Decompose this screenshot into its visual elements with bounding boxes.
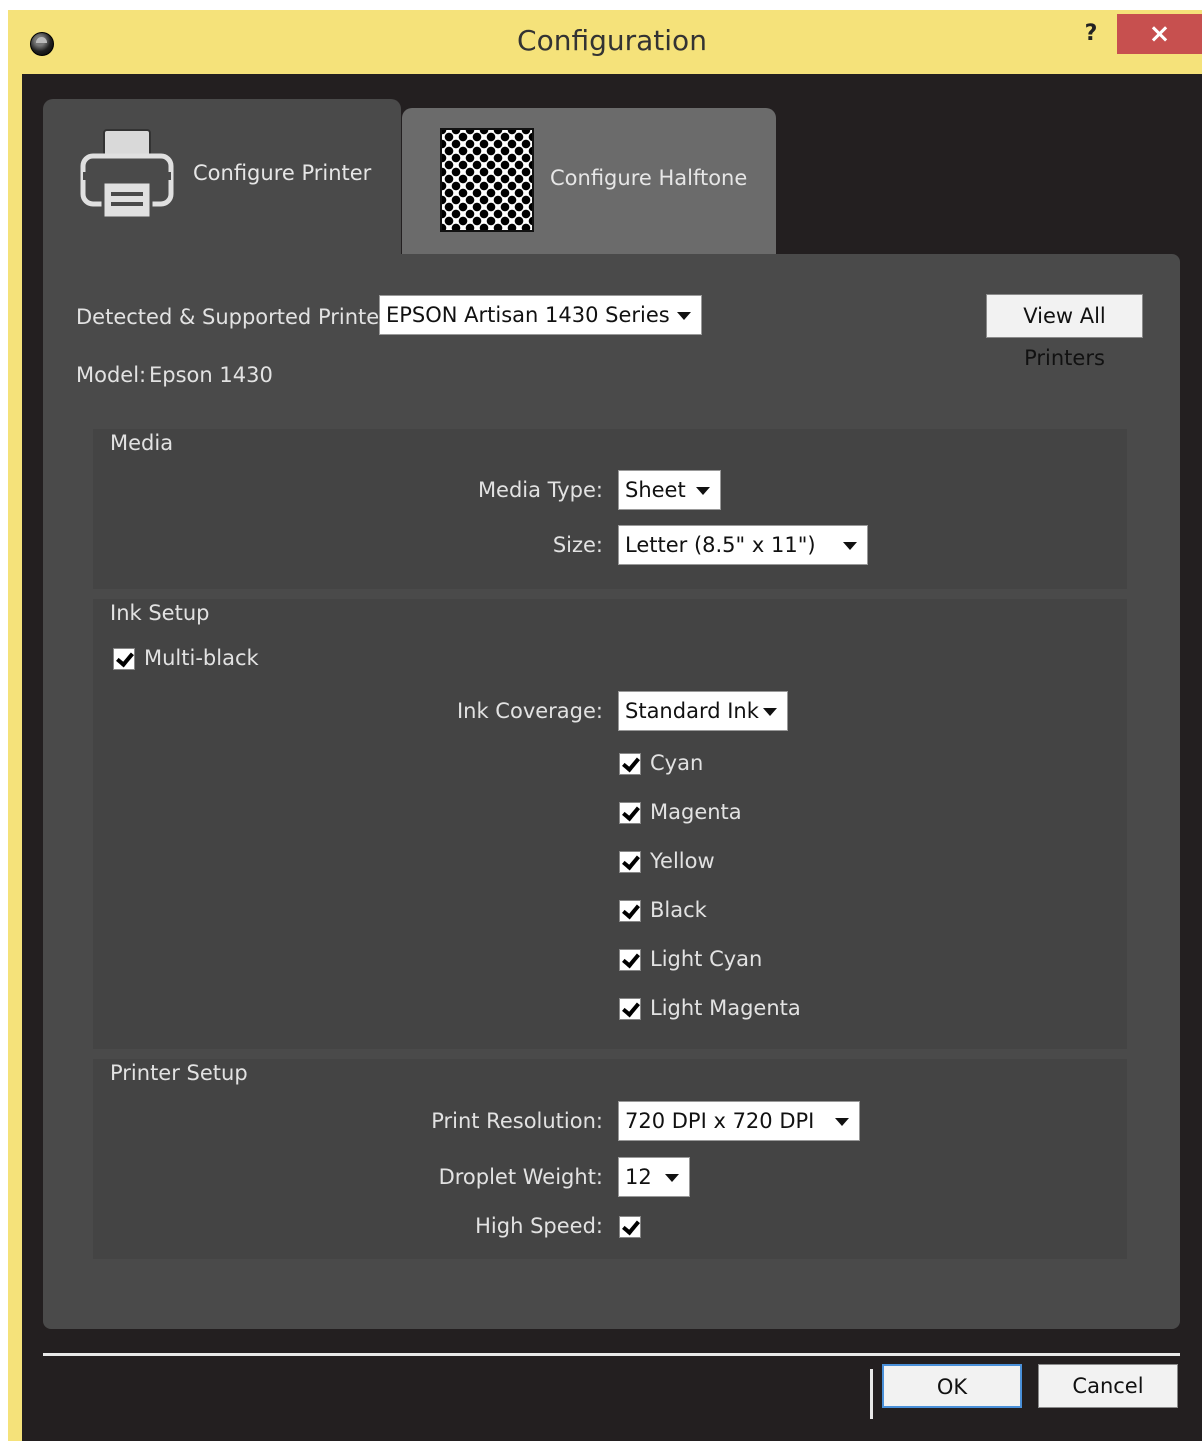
high-speed-checkbox[interactable] <box>619 1216 641 1238</box>
yellow-label: Yellow <box>650 849 715 873</box>
yellow-checkbox[interactable] <box>619 851 641 873</box>
detected-printers-label: Detected & Supported Printers: <box>76 305 406 329</box>
light-cyan-checkbox[interactable] <box>619 949 641 971</box>
model-value: Epson 1430 <box>149 363 273 387</box>
close-button[interactable]: × <box>1117 14 1202 54</box>
configuration-window: Configuration ? × Configure Printer Conf… <box>8 10 1202 1441</box>
configure-printer-panel: Detected & Supported Printers: EPSON Art… <box>43 254 1180 1329</box>
ink-coverage-label: Ink Coverage: <box>456 699 603 723</box>
size-select[interactable]: Letter (8.5" x 11") <box>618 525 868 565</box>
media-section: Media Media Type: Sheet Size: Letter (8.… <box>93 429 1127 589</box>
tab-configure-halftone-label: Configure Halftone <box>550 166 748 190</box>
printer-icon <box>80 129 174 220</box>
droplet-weight-label: Droplet Weight: <box>438 1165 603 1189</box>
light-cyan-label: Light Cyan <box>650 947 763 971</box>
media-heading: Media <box>110 431 174 455</box>
window-title: Configuration <box>517 24 707 57</box>
light-magenta-checkbox[interactable] <box>619 998 641 1020</box>
printer-setup-section: Printer Setup Print Resolution: 720 DPI … <box>93 1059 1127 1259</box>
media-type-label: Media Type: <box>477 478 603 502</box>
ok-button[interactable]: OK <box>882 1364 1022 1408</box>
magenta-label: Magenta <box>650 800 742 824</box>
black-checkbox[interactable] <box>619 900 641 922</box>
cyan-checkbox[interactable] <box>619 753 641 775</box>
print-resolution-label: Print Resolution: <box>431 1109 603 1133</box>
print-resolution-value: 720 DPI x 720 DPI <box>625 1109 815 1133</box>
droplet-weight-select[interactable]: 12 <box>618 1157 690 1197</box>
halftone-pattern-icon <box>440 128 534 232</box>
droplet-weight-value: 12 <box>625 1165 652 1189</box>
ink-setup-section: Ink Setup Multi-black Ink Coverage: Stan… <box>93 599 1127 1049</box>
chevron-down-icon <box>696 487 710 495</box>
print-resolution-select[interactable]: 720 DPI x 720 DPI <box>618 1101 860 1141</box>
light-magenta-label: Light Magenta <box>650 996 801 1020</box>
chevron-down-icon <box>665 1174 679 1182</box>
ink-coverage-value: Standard Ink <box>625 699 759 723</box>
size-label: Size: <box>552 533 603 557</box>
chevron-down-icon <box>677 312 691 320</box>
printer-select-value: EPSON Artisan 1430 Series <box>386 303 670 327</box>
title-bar: Configuration ? × <box>8 10 1202 76</box>
view-all-printers-button[interactable]: View All Printers <box>986 294 1143 370</box>
close-icon: × <box>1148 19 1171 49</box>
chevron-down-icon <box>843 542 857 550</box>
footer-divider <box>43 1353 1180 1356</box>
black-label: Black <box>650 898 707 922</box>
media-type-value: Sheet <box>625 478 686 502</box>
multi-black-label: Multi-black <box>144 646 259 670</box>
button-separator <box>870 1369 873 1419</box>
chevron-down-icon <box>763 708 777 716</box>
high-speed-label: High Speed: <box>475 1214 603 1238</box>
cancel-button[interactable]: Cancel <box>1038 1364 1178 1408</box>
tab-configure-halftone[interactable]: Configure Halftone <box>402 108 776 258</box>
tab-configure-printer[interactable]: Configure Printer <box>43 99 401 259</box>
help-button[interactable]: ? <box>1074 16 1108 56</box>
chevron-down-icon <box>835 1118 849 1126</box>
tab-configure-printer-label: Configure Printer <box>193 161 372 185</box>
cyan-label: Cyan <box>650 751 704 775</box>
ink-setup-heading: Ink Setup <box>110 601 210 625</box>
dialog-client-area: Configure Printer Configure Halftone Det… <box>22 74 1202 1441</box>
printer-select[interactable]: EPSON Artisan 1430 Series <box>379 295 702 335</box>
printer-setup-heading: Printer Setup <box>110 1061 248 1085</box>
ink-coverage-select[interactable]: Standard Ink <box>618 691 788 731</box>
model-label: Model: <box>76 363 147 387</box>
media-type-select[interactable]: Sheet <box>618 470 721 510</box>
size-value: Letter (8.5" x 11") <box>625 533 816 557</box>
magenta-checkbox[interactable] <box>619 802 641 824</box>
multi-black-checkbox[interactable] <box>113 648 135 670</box>
